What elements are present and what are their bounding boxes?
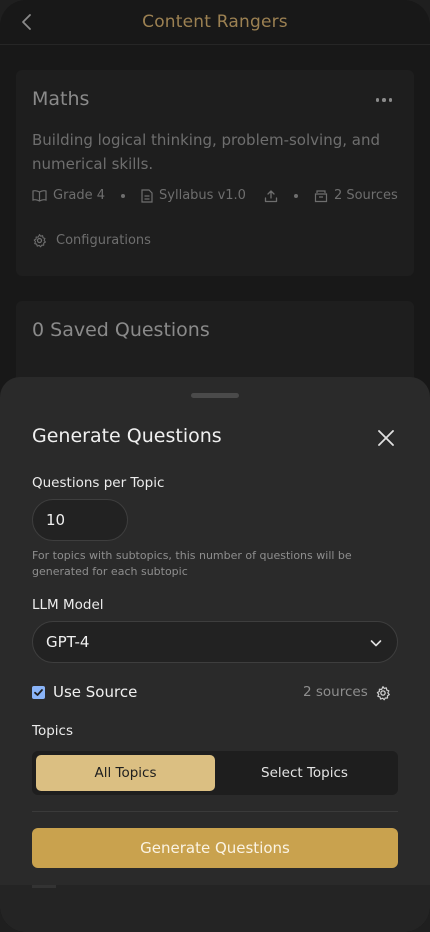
configurations-link[interactable]: Configurations xyxy=(32,233,151,248)
subject-card: Maths Building logical thinking, problem… xyxy=(16,70,414,276)
syllabus-meta: Syllabus v1.0 xyxy=(141,188,246,203)
llm-model-label: LLM Model xyxy=(32,597,104,613)
llm-model-value: GPT-4 xyxy=(46,633,90,651)
use-source-toggle[interactable]: Use Source xyxy=(32,683,137,701)
subject-meta: Grade 4 Syllabus v1.0 2 Sources xyxy=(32,188,398,203)
all-topics-tab[interactable]: All Topics xyxy=(36,755,215,791)
document-icon xyxy=(141,188,153,203)
chevron-down-icon xyxy=(370,640,382,647)
generate-questions-button[interactable]: Generate Questions xyxy=(32,828,398,868)
book-icon xyxy=(32,190,47,202)
sources-count: 2 sources xyxy=(303,684,368,700)
grade-meta: Grade 4 xyxy=(32,188,105,203)
source-settings-icon[interactable] xyxy=(375,685,391,701)
llm-model-select[interactable]: GPT-4 xyxy=(32,621,398,663)
sources-label: 2 Sources xyxy=(333,188,398,203)
sources-meta: 2 Sources xyxy=(314,188,398,203)
questions-per-topic-input[interactable]: 10 xyxy=(32,499,128,541)
divider xyxy=(32,811,398,812)
generate-questions-sheet: Generate Questions Questions per Topic 1… xyxy=(0,377,430,932)
page-title: Content Rangers xyxy=(142,12,288,32)
checkmark-icon xyxy=(34,688,43,696)
subject-description: Building logical thinking, problem-solvi… xyxy=(32,131,380,173)
app-screen: Content Rangers Maths Building logical t… xyxy=(0,0,430,932)
sheet-title: Generate Questions xyxy=(32,425,222,447)
grade-label: Grade 4 xyxy=(53,188,106,203)
configurations-label: Configurations xyxy=(56,233,151,248)
back-arrow-icon[interactable] xyxy=(18,12,38,32)
syllabus-label: Syllabus v1.0 xyxy=(159,188,246,203)
more-options-icon[interactable] xyxy=(375,98,392,102)
questions-per-topic-value: 10 xyxy=(46,511,66,529)
topics-label: Topics xyxy=(32,723,73,739)
use-source-label: Use Source xyxy=(53,683,138,701)
top-bar: Content Rangers xyxy=(0,0,430,45)
footer-divider xyxy=(32,885,56,888)
questions-per-topic-label: Questions per Topic xyxy=(32,475,165,491)
upload-icon[interactable] xyxy=(264,189,278,203)
meta-separator xyxy=(293,193,298,198)
sheet-footer xyxy=(0,885,430,932)
questions-per-topic-hint: For topics with subtopics, this number o… xyxy=(32,549,352,578)
drag-handle[interactable] xyxy=(191,393,239,398)
topics-segmented-control: All Topics Select Topics xyxy=(32,751,398,795)
subject-name: Maths xyxy=(32,88,90,110)
archive-icon xyxy=(314,189,328,202)
use-source-checkbox[interactable] xyxy=(32,685,45,699)
meta-separator xyxy=(121,193,126,198)
gear-icon xyxy=(33,234,46,248)
saved-questions-title: 0 Saved Questions xyxy=(32,319,210,341)
close-icon[interactable] xyxy=(376,428,396,448)
select-topics-tab[interactable]: Select Topics xyxy=(215,755,394,791)
